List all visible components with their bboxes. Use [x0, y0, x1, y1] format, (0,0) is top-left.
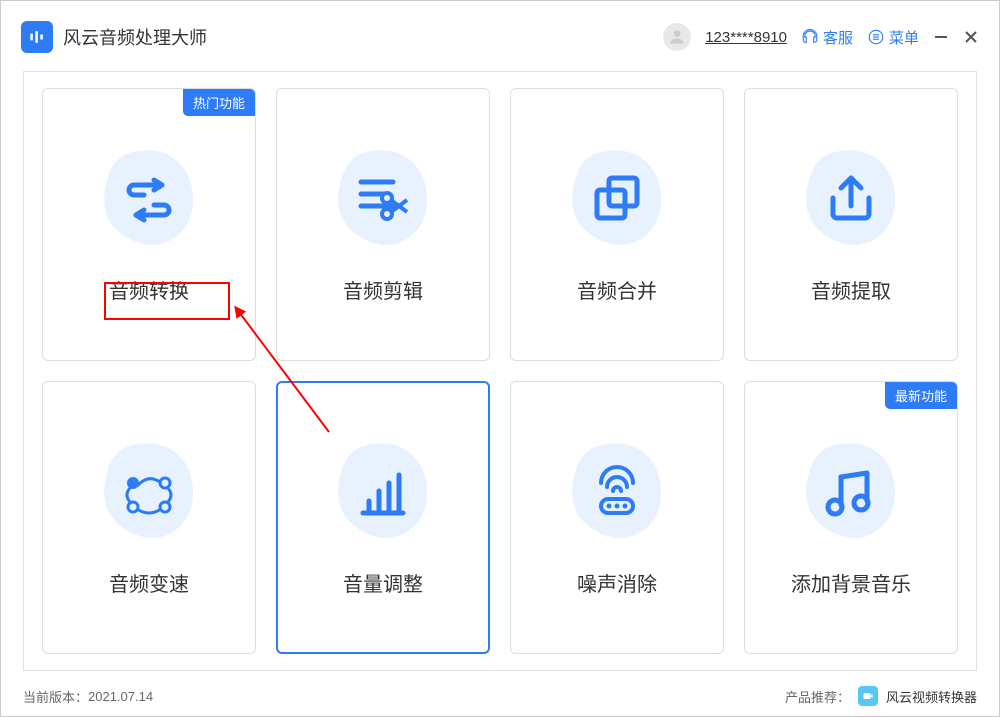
- icon-bg: [796, 438, 906, 548]
- card-audio-merge[interactable]: 音频合并: [510, 88, 724, 361]
- support-label: 客服: [823, 27, 853, 48]
- card-audio-speed[interactable]: 音频变速: [42, 381, 256, 654]
- footer-right: 产品推荐： 风云视频转换器: [785, 686, 977, 706]
- card-audio-edit[interactable]: 音频剪辑: [276, 88, 490, 361]
- promo-label: 产品推荐：: [785, 687, 850, 706]
- badge-new: 最新功能: [885, 382, 957, 409]
- audio-bars-icon: [27, 27, 47, 47]
- card-noise-remove[interactable]: 噪声消除: [510, 381, 724, 654]
- main-content: 热门功能 音频转换: [23, 71, 977, 671]
- card-title: 音频合并: [577, 275, 657, 304]
- avatar-icon: [667, 27, 687, 47]
- card-title: 添加背景音乐: [791, 568, 911, 597]
- icon-bg: [94, 438, 204, 548]
- icon-bg: [562, 145, 672, 255]
- support-link[interactable]: 客服: [801, 27, 853, 48]
- promo-logo[interactable]: [858, 686, 878, 706]
- badge-hot: 热门功能: [183, 89, 255, 116]
- app-window: 风云音频处理大师 123****8910 客服 菜单: [0, 0, 1000, 717]
- minimize-icon: [933, 29, 949, 45]
- card-background-music[interactable]: 最新功能 添加背景音乐: [744, 381, 958, 654]
- promo-name[interactable]: 风云视频转换器: [886, 687, 977, 706]
- headset-icon: [801, 28, 819, 46]
- menu-icon: [867, 28, 885, 46]
- speed-icon: [119, 463, 179, 523]
- card-volume-adjust[interactable]: 音量调整: [276, 381, 490, 654]
- minimize-button[interactable]: [933, 29, 949, 45]
- card-title: 音频变速: [109, 568, 189, 597]
- volume-icon: [353, 463, 413, 523]
- card-title: 音量调整: [343, 568, 423, 597]
- merge-icon: [587, 170, 647, 230]
- close-button[interactable]: [963, 29, 979, 45]
- icon-bg: [796, 145, 906, 255]
- app-title: 风云音频处理大师: [63, 24, 207, 50]
- titlebar: 风云音频处理大师 123****8910 客服 菜单: [13, 13, 987, 61]
- music-icon: [821, 463, 881, 523]
- noise-icon: [587, 463, 647, 523]
- card-audio-convert[interactable]: 热门功能 音频转换: [42, 88, 256, 361]
- version-label: 当前版本：: [23, 687, 88, 706]
- cut-icon: [353, 170, 413, 230]
- menu-link[interactable]: 菜单: [867, 27, 919, 48]
- user-link[interactable]: 123****8910: [705, 29, 787, 46]
- icon-bg: [562, 438, 672, 548]
- icon-bg: [328, 438, 438, 548]
- card-title: 音频转换: [109, 275, 189, 304]
- close-icon: [963, 29, 979, 45]
- menu-label: 菜单: [889, 27, 919, 48]
- card-title: 音频剪辑: [343, 275, 423, 304]
- card-title: 音频提取: [811, 275, 891, 304]
- card-audio-extract[interactable]: 音频提取: [744, 88, 958, 361]
- footer: 当前版本： 2021.07.14 产品推荐： 风云视频转换器: [23, 686, 977, 706]
- user-avatar[interactable]: [663, 23, 691, 51]
- card-title: 噪声消除: [577, 568, 657, 597]
- icon-bg: [328, 145, 438, 255]
- feature-grid: 热门功能 音频转换: [42, 88, 958, 654]
- video-icon: [862, 690, 874, 702]
- icon-bg: [94, 145, 204, 255]
- version-value: 2021.07.14: [88, 689, 153, 704]
- convert-icon: [119, 170, 179, 230]
- app-logo: [21, 21, 53, 53]
- export-icon: [821, 170, 881, 230]
- titlebar-right: 123****8910 客服 菜单: [663, 23, 979, 51]
